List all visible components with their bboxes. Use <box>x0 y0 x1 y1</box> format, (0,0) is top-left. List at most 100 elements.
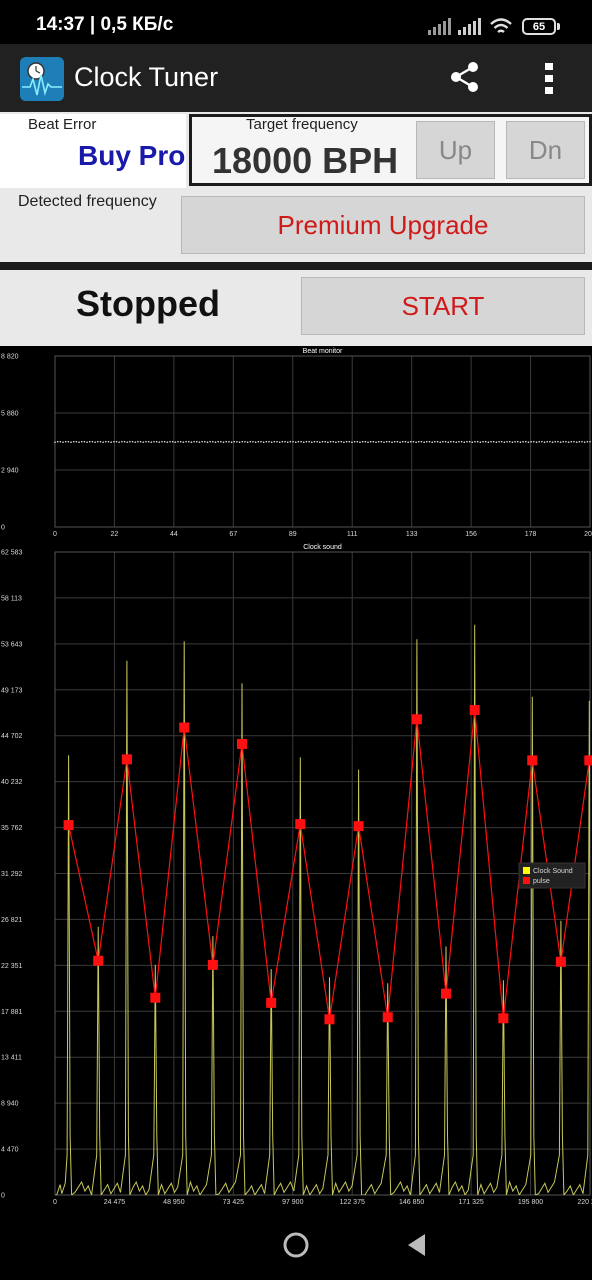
beat-point <box>121 440 123 443</box>
battery-level: 65 <box>532 20 546 33</box>
beat-point <box>284 440 286 443</box>
beat-point <box>123 440 126 443</box>
beat-point <box>460 440 463 443</box>
beat-point <box>343 441 345 443</box>
beat-point <box>415 441 417 443</box>
pulse-point <box>382 1012 393 1023</box>
beat-monitor-x-tick: 0 <box>53 531 57 538</box>
beat-point <box>530 440 532 443</box>
beat-point <box>514 440 516 443</box>
start-button[interactable]: START <box>301 277 585 335</box>
beat-point <box>364 440 367 443</box>
beat-point <box>391 441 393 443</box>
beat-point <box>139 440 142 443</box>
beat-point <box>541 440 543 443</box>
beat-point <box>262 441 265 443</box>
beat-point <box>129 440 131 443</box>
beat-point <box>113 440 115 443</box>
beat-monitor-x-tick: 200 <box>584 531 592 538</box>
pulse-point <box>498 1013 509 1024</box>
beat-point <box>305 440 308 443</box>
beat-point <box>182 441 185 443</box>
beat-monitor-x-tick: 111 <box>347 531 358 538</box>
clock-sound-y-tick: 49 173 <box>1 687 23 694</box>
beat-point <box>289 440 292 443</box>
beat-point <box>97 440 99 443</box>
beat-monitor-x-tick: 67 <box>229 531 237 538</box>
beat-monitor-x-tick: 178 <box>525 531 537 538</box>
beat-point <box>169 440 171 443</box>
clock-sound-title: Clock sound <box>303 544 342 551</box>
app-bar: Clock Tuner <box>0 44 592 112</box>
beat-point <box>249 440 252 443</box>
beat-point <box>359 441 361 443</box>
divider <box>0 262 592 270</box>
beat-point <box>134 441 137 443</box>
charts-area: Beat monitor 0 22 44 67 89 111 133 156 178 200 0 2 9… <box>0 346 592 1210</box>
pulse-point <box>527 755 538 766</box>
clock-sound-x-tick: 0 <box>53 1199 57 1206</box>
pulse-point <box>411 714 422 725</box>
beat-point <box>316 440 318 443</box>
back-icon[interactable] <box>405 1232 427 1258</box>
beat-point <box>265 440 268 443</box>
beat-point <box>102 441 104 443</box>
beat-point <box>222 441 225 443</box>
beat-point <box>80 440 83 443</box>
beat-point <box>220 440 222 443</box>
beat-point <box>546 440 548 443</box>
beat-point <box>105 440 107 443</box>
beat-point <box>479 441 482 443</box>
clock-sound-x-tick: 146 850 <box>399 1199 424 1206</box>
beat-point <box>452 440 455 443</box>
beat-point <box>286 441 289 443</box>
beat-point <box>238 441 241 443</box>
clock-sound-x-tick: 24 475 <box>104 1199 126 1206</box>
beat-point <box>94 441 96 443</box>
down-button[interactable]: Dn <box>506 121 585 179</box>
beat-point <box>353 440 356 443</box>
beat-point <box>407 441 409 443</box>
beat-point <box>252 440 254 443</box>
beat-point <box>321 440 324 443</box>
beat-point <box>492 440 495 443</box>
beat-point <box>185 440 187 443</box>
more-vert-icon[interactable] <box>534 58 564 98</box>
clock-sound-y-tick: 53 643 <box>1 641 23 648</box>
up-button[interactable]: Up <box>416 121 495 179</box>
legend-pulse-swatch <box>523 877 530 884</box>
beat-monitor-x-tick: 133 <box>406 531 418 538</box>
beat-point <box>436 440 439 443</box>
beat-point <box>383 441 385 443</box>
beat-error-value[interactable]: Buy Pro <box>78 140 185 172</box>
run-status: Stopped <box>76 283 220 324</box>
beat-point <box>107 440 110 443</box>
status-time: 14:37 | 0,5 КБ/с <box>36 14 174 35</box>
clock-sound-y-tick: 22 351 <box>1 963 23 970</box>
beat-point <box>361 440 364 443</box>
pulse-point <box>469 705 480 716</box>
beat-point <box>198 441 201 443</box>
home-icon[interactable] <box>282 1231 310 1259</box>
beat-point <box>201 440 203 443</box>
beat-point <box>257 440 260 443</box>
beat-point <box>589 440 591 443</box>
beat-point <box>147 440 150 443</box>
beat-point <box>519 441 522 443</box>
beat-point <box>442 440 444 443</box>
beat-point <box>369 440 372 443</box>
share-icon[interactable] <box>448 60 482 94</box>
beat-point <box>385 440 388 443</box>
beat-point <box>337 440 340 443</box>
pulse-point <box>207 959 218 970</box>
beat-point <box>161 440 163 443</box>
beat-point <box>522 440 524 443</box>
premium-upgrade-button[interactable]: Premium Upgrade <box>181 196 585 254</box>
pulse-point <box>555 956 566 967</box>
beat-point <box>500 440 503 443</box>
beat-point <box>506 440 508 443</box>
beat-point <box>380 440 383 443</box>
beat-point <box>482 440 484 443</box>
pulse-point <box>266 997 277 1008</box>
pulse-point <box>179 722 190 733</box>
